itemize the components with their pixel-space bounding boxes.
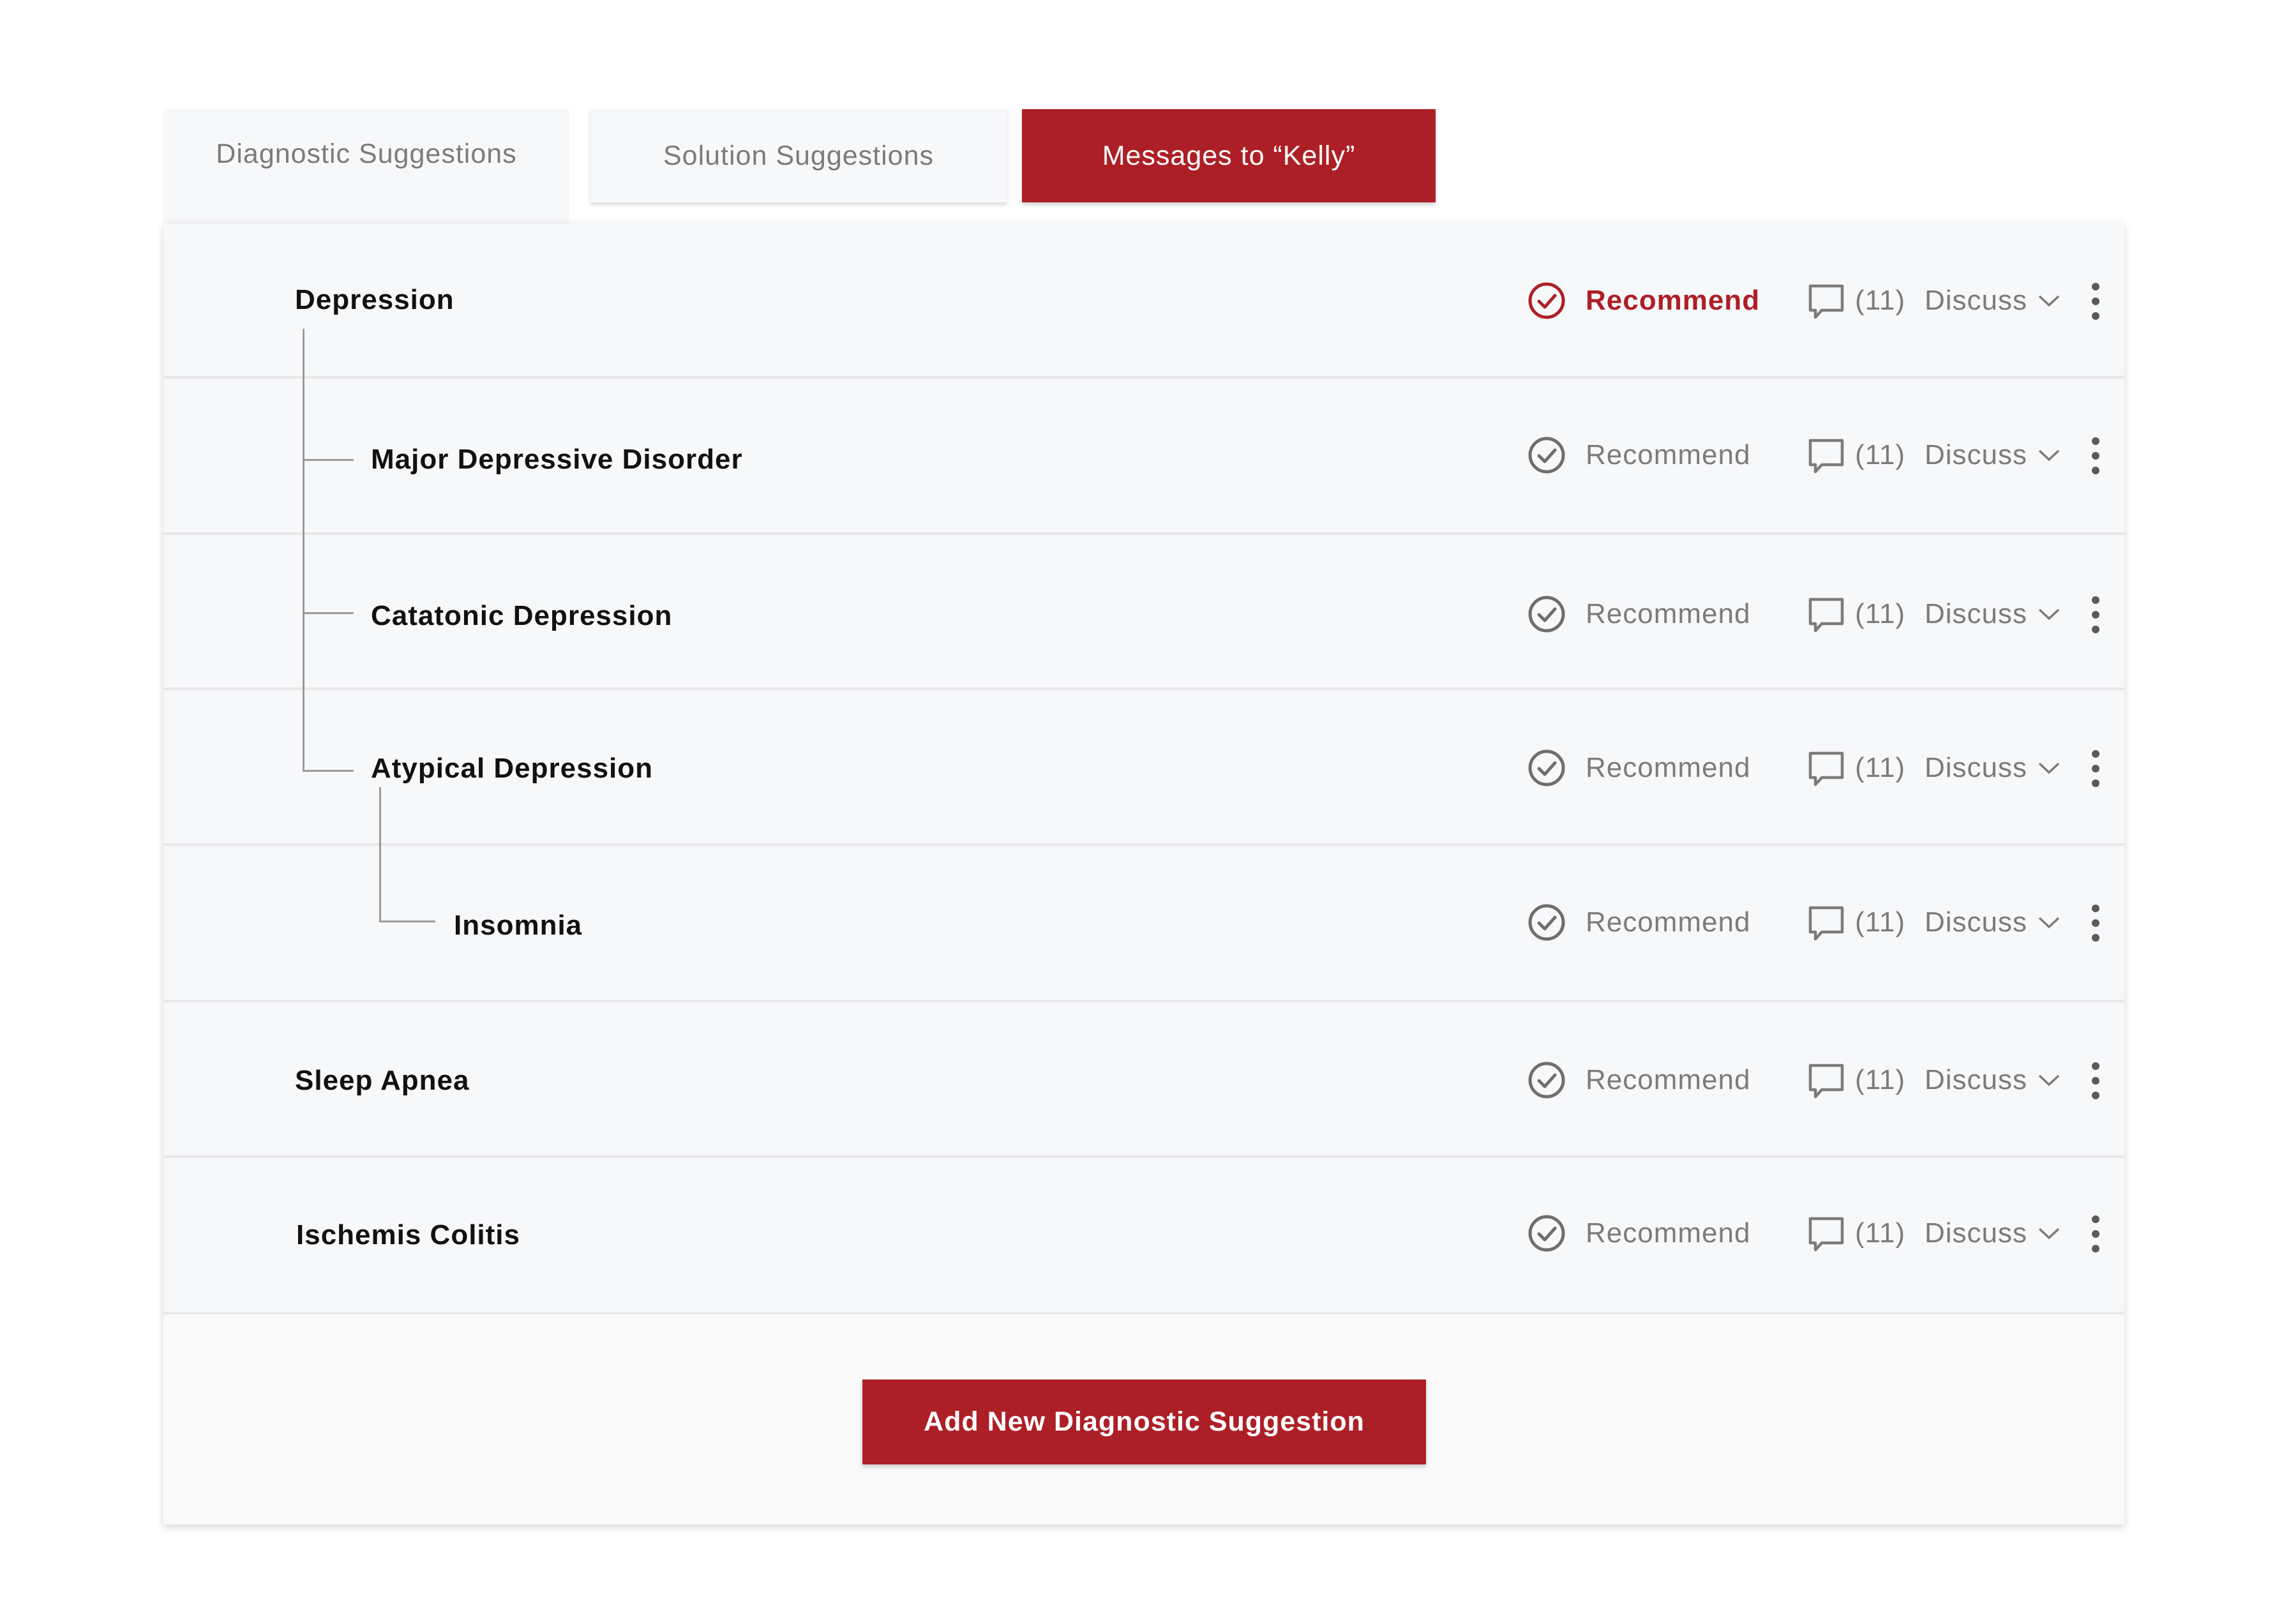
recommend-label: Recommend <box>1586 1064 1751 1095</box>
chevron-down-icon <box>2038 1228 2060 1240</box>
more-vertical-icon[interactable] <box>2086 748 2105 789</box>
list-item: Insomnia Recommend (11) Discuss <box>163 846 2124 1002</box>
list-item: Depression Recommend (11) Discuss <box>163 223 2124 379</box>
add-diagnostic-suggestion-button[interactable]: Add New Diagnostic Suggestion <box>862 1380 1426 1464</box>
list-item: Catatonic Depression Recommend (11) Disc… <box>163 535 2124 690</box>
check-circle-icon <box>1528 1215 1565 1252</box>
comment-count: (11) <box>1855 439 1905 470</box>
discuss-button[interactable]: (11) Discuss <box>1806 1214 2061 1253</box>
suggestion-label: Depression <box>295 284 454 315</box>
recommend-label: Recommend <box>1586 598 1751 629</box>
recommend-label: Recommend <box>1586 1217 1751 1249</box>
diagnostic-suggestions-panel: Depression Recommend (11) Discuss Major … <box>163 223 2124 1524</box>
check-circle-icon <box>1528 904 1565 941</box>
discuss-label: Discuss <box>1924 439 2028 470</box>
comment-count: (11) <box>1855 1217 1905 1249</box>
suggestion-label: Insomnia <box>454 910 583 941</box>
tree-connector <box>303 459 354 461</box>
discuss-label: Discuss <box>1924 598 2028 629</box>
tab-messages-to-kelly[interactable]: Messages to “Kelly” <box>1022 109 1436 202</box>
check-circle-icon <box>1528 1062 1565 1099</box>
recommend-label: Recommend <box>1586 752 1751 783</box>
list-item: Atypical Depression Recommend (11) Discu… <box>163 690 2124 846</box>
comment-count: (11) <box>1855 752 1905 783</box>
tab-label: Messages to “Kelly” <box>1102 140 1356 171</box>
chevron-down-icon <box>2038 1074 2060 1086</box>
comment-bubble-icon <box>1808 751 1844 786</box>
discuss-label: Discuss <box>1924 285 2028 316</box>
comment-bubble-icon <box>1808 1064 1844 1099</box>
suggestion-label: Sleep Apnea <box>295 1065 470 1096</box>
tab-label: Solution Suggestions <box>663 140 934 171</box>
chevron-down-icon <box>2038 449 2060 462</box>
chevron-down-icon <box>2038 295 2060 307</box>
discuss-button[interactable]: (11) Discuss <box>1806 435 2061 475</box>
discuss-label: Discuss <box>1924 1217 2028 1249</box>
list-item: Major Depressive Disorder Recommend (11)… <box>163 379 2124 535</box>
comment-bubble-icon <box>1808 439 1844 474</box>
discuss-button[interactable]: (11) Discuss <box>1806 748 2061 788</box>
more-vertical-icon[interactable] <box>2086 1060 2105 1101</box>
recommend-button[interactable]: Recommend <box>1527 748 1750 788</box>
recommend-button[interactable]: Recommend <box>1527 281 1760 320</box>
suggestion-label: Major Depressive Disorder <box>371 444 743 475</box>
more-vertical-icon[interactable] <box>2086 281 2105 322</box>
chevron-down-icon <box>2038 917 2060 929</box>
discuss-label: Discuss <box>1924 1064 2028 1095</box>
recommend-button[interactable]: Recommend <box>1527 1214 1750 1253</box>
chevron-down-icon <box>2038 762 2060 774</box>
suggestion-label: Atypical Depression <box>371 753 654 784</box>
comment-bubble-icon <box>1808 1217 1844 1252</box>
check-circle-icon <box>1528 437 1565 474</box>
recommend-button[interactable]: Recommend <box>1527 903 1750 942</box>
tree-connector <box>303 770 354 772</box>
recommend-button[interactable]: Recommend <box>1527 1060 1750 1100</box>
recommend-label: Recommend <box>1586 439 1751 470</box>
comment-count: (11) <box>1855 906 1905 938</box>
recommend-label: Recommend <box>1586 906 1751 938</box>
discuss-button[interactable]: (11) Discuss <box>1806 1060 2061 1100</box>
suggestion-label: Catatonic Depression <box>371 600 673 631</box>
tree-connector <box>379 787 381 922</box>
comment-count: (11) <box>1855 1064 1905 1095</box>
more-vertical-icon[interactable] <box>2086 1214 2105 1254</box>
tree-connector <box>303 329 304 772</box>
check-circle-icon <box>1528 596 1565 633</box>
recommend-button[interactable]: Recommend <box>1527 435 1750 475</box>
comment-bubble-icon <box>1808 598 1844 633</box>
chevron-down-icon <box>2038 608 2060 620</box>
comment-bubble-icon <box>1808 906 1844 941</box>
tree-connector <box>379 921 435 922</box>
comment-bubble-icon <box>1808 284 1844 319</box>
more-vertical-icon[interactable] <box>2086 435 2105 476</box>
tab-label: Diagnostic Suggestions <box>216 139 517 169</box>
more-vertical-icon[interactable] <box>2086 594 2105 635</box>
discuss-label: Discuss <box>1924 752 2028 783</box>
recommend-label: Recommend <box>1586 285 1761 316</box>
more-vertical-icon[interactable] <box>2086 903 2105 944</box>
recommend-button[interactable]: Recommend <box>1527 594 1750 634</box>
tree-connector <box>303 612 354 614</box>
discuss-button[interactable]: (11) Discuss <box>1806 281 2061 320</box>
check-circle-icon <box>1528 749 1565 786</box>
discuss-label: Discuss <box>1924 906 2028 938</box>
comment-count: (11) <box>1855 598 1905 629</box>
check-circle-icon <box>1528 282 1565 319</box>
suggestion-label: Ischemis Colitis <box>296 1219 521 1251</box>
tab-solution-suggestions[interactable]: Solution Suggestions <box>590 109 1007 202</box>
list-item: Sleep Apnea Recommend (11) Discuss <box>163 1002 2124 1158</box>
discuss-button[interactable]: (11) Discuss <box>1806 903 2061 942</box>
list-item: Ischemis Colitis Recommend (11) Discuss <box>163 1158 2124 1314</box>
comment-count: (11) <box>1855 285 1905 316</box>
tab-diagnostic-suggestions[interactable]: Diagnostic Suggestions <box>163 109 569 224</box>
discuss-button[interactable]: (11) Discuss <box>1806 594 2061 634</box>
